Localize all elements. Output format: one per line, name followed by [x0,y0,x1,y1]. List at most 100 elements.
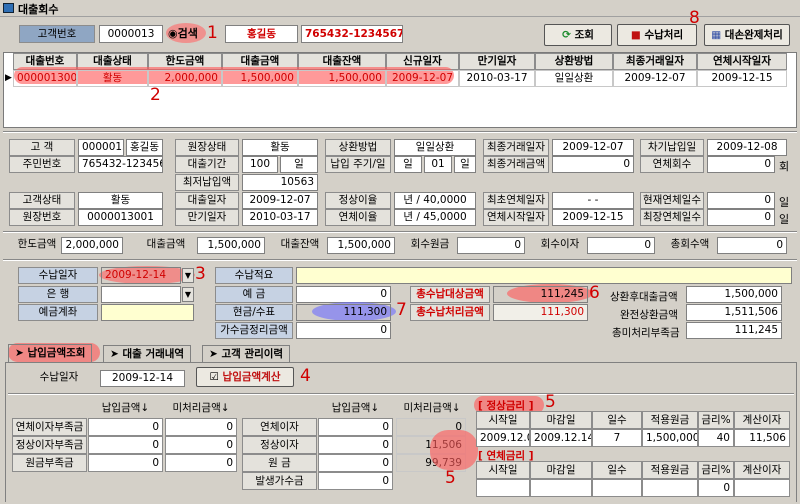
grid-cell[interactable]: 2009-12-07 [613,70,697,87]
customer-name: 홍길동 [126,139,163,156]
loan-period-unit: 일 [280,156,318,173]
account-input[interactable] [101,304,194,321]
customer-label: 고 객 [9,139,75,156]
tab-label: 대출 거래내역 [122,348,185,360]
tab-payment-inquiry[interactable]: ➤ 납입금액조회 [8,344,93,362]
min-pay: 10563 [242,174,318,191]
memo-label: 수납적요 [215,267,293,284]
rate-header-cell: 시작일 [476,461,530,479]
rate-header-cell: 계산이자 [734,411,790,429]
tab-loan-history[interactable]: ➤ 대출 거래내역 [103,345,192,363]
repay-method: 일일상환 [394,139,476,156]
pay-day-unit: 일 [454,156,476,173]
grid-header-cell: 상환방법 [535,53,613,70]
prov-input[interactable]: 0 [296,322,391,339]
cur-overdue-days: 0 [707,192,775,209]
rate-cell: 1,500,000 [642,429,698,447]
grid-row-label: 정상이자 [242,436,317,454]
deposit-input[interactable]: 0 [296,286,391,303]
callout-2: 2 [150,85,161,105]
grid-cell: 0 [88,418,163,436]
grid-cell[interactable]: 활동 [77,70,148,87]
last-trade-amt-label: 최종거래금액 [483,156,549,173]
callout-7: 7 [396,300,407,320]
grid-row-label: 연체이자부족금 [12,418,87,436]
max-overdue-days-unit: 일 [779,213,790,226]
summary-value: 0 [457,237,525,254]
full-repay: 1,511,506 [686,304,782,321]
memo-input[interactable] [296,267,792,284]
grid-cell[interactable]: 2010-03-17 [459,70,535,87]
cust-no-label: 고객번호 [19,25,95,43]
rate-header-cell: 일수 [592,411,642,429]
account-label: 예금계좌 [18,304,98,321]
grid-cell[interactable]: 0000013001 [13,70,77,87]
callout-5: 5 [545,392,556,412]
write-off-label: 대손완제처리 [724,29,783,41]
grid-header-cell: 납입금액↓ [331,402,380,414]
ledger-no: 0000013001 [78,209,163,226]
save-icon: ■ [630,29,641,41]
cur-overdue-days-unit: 일 [779,196,790,209]
tab-customer-history[interactable]: ➤ 고객 관리이력 [202,345,291,363]
rate-header-cell: 적용원금 [642,411,698,429]
title-bar: 대출회수 [0,0,800,17]
bottom-date-label: 수납일자 [39,371,79,383]
grid-cell: 0 [318,418,393,436]
receipt-date-input[interactable]: 2009-12-14 [101,267,181,284]
customer-no: 0000013 [78,139,124,156]
rate-cell [530,479,592,497]
rate-cell [592,479,642,497]
pay-cycle-label: 납입 주기/일 [325,156,391,173]
summary-value: 1,500,000 [197,237,265,254]
summary-label: 회수원금 [410,238,450,250]
callout-1: 1 [207,23,218,43]
search-label: 검색 [177,27,198,40]
query-button[interactable]: ⟳ 조회 [544,24,612,46]
rate-cell: 2009.12.08 [476,429,530,447]
receive-button[interactable]: ■ 수납처리 [617,24,697,46]
checkbox-icon: ☑ [209,371,219,383]
grid-cell[interactable]: 1,500,000 [298,70,386,87]
bank-select[interactable] [101,286,181,303]
grid-cell: 0 [165,418,237,436]
summary-value: 0 [587,237,655,254]
next-pay-label: 차기납입일 [640,139,704,156]
overdue-rate: 년 / 45,0000 [394,209,476,226]
rate-cell [734,479,790,497]
cur-overdue-days-label: 현재연체일수 [640,192,704,209]
calc-payment-button[interactable]: ☑ 납입금액계산 [196,367,294,387]
maturity: 2010-03-17 [242,209,318,226]
grid-cell[interactable]: 일일상환 [535,70,613,87]
tab-label: 고객 관리이력 [221,348,284,360]
grid-cell[interactable]: 2009-12-07 [386,70,459,87]
highlight-5b [430,430,478,470]
rate-header-cell: 마감일 [530,411,592,429]
binoculars-icon: ◉ [168,27,178,40]
grid-header-cell: 납입금액↓ [101,402,150,414]
search-button[interactable]: ◉검색 [168,25,198,43]
grid-cell[interactable]: 1,500,000 [222,70,298,87]
grid-cell[interactable]: 2009-12-15 [697,70,787,87]
cust-status-label: 고객상태 [9,192,75,209]
ledger-no-label: 원장번호 [9,209,75,226]
rate-header-cell: 적용원금 [642,461,698,479]
cust-no-input[interactable]: 0000013 [99,25,163,43]
bank-dropdown-button[interactable]: ▼ [182,287,194,302]
cash-input[interactable]: 111,300 [296,304,391,321]
callout-4: 4 [300,366,311,386]
grid-header-cell: 만기일자 [459,53,535,70]
grid-row-label: 정상이자부족금 [12,436,87,454]
last-overdue-date-label: 최초연체일자 [483,192,549,209]
cust-name-field: 홍길동 [225,25,298,43]
rate-header-cell: 마감일 [530,461,592,479]
divider [3,231,797,233]
grid-cell: 0 [318,454,393,472]
grid-cell: 0 [165,454,237,472]
calc-label: 납입금액계산 [222,371,281,383]
overdue-count-label: 연체회수 [640,156,704,173]
rate-header-cell: 일수 [592,461,642,479]
ledger-status: 활동 [242,139,318,156]
date-dropdown-button[interactable]: ▼ [182,268,194,283]
write-off-button[interactable]: ▦ 대손완제처리 [704,24,790,46]
